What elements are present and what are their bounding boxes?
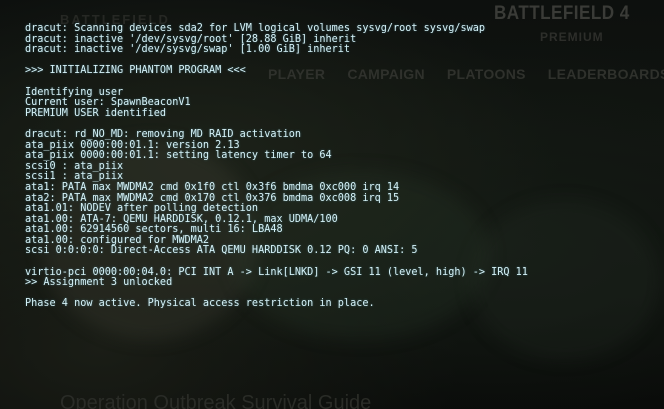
terminal-line: ata1: PATA max MWDMA2 cmd 0x1f0 ctl 0x3f… (25, 181, 400, 193)
terminal-assignment-line: >> Assignment 3 unlocked (25, 277, 173, 289)
background-logo: BATTLEFIELD 4 (494, 3, 630, 24)
terminal-banner: >>> INITIALIZING PHANTOM PROGRAM <<< (25, 65, 246, 77)
terminal-line: PREMIUM USER identified (25, 107, 167, 119)
terminal-line: dracut: inactive '/dev/sysvg/swap' [1.00… (25, 44, 351, 56)
terminal-output: dracut: Scanning devices sda2 for LVM lo… (25, 23, 655, 310)
terminal-line: dracut: Scanning devices sda2 for LVM lo… (25, 23, 486, 34)
background-guide-title: Operation Outbreak Survival Guide (60, 392, 372, 409)
terminal-status-line: Phase 4 now active. Physical access rest… (25, 298, 375, 310)
terminal-line: dracut: rd_NO_MD: removing MD RAID activ… (25, 128, 302, 140)
terminal-line: scsi 0:0:0:0: Direct-Access ATA QEMU HAR… (25, 245, 418, 257)
screen: BATTLEFIELD BATTLEFIELD 4 PREMIUM PLAYER… (0, 0, 664, 409)
